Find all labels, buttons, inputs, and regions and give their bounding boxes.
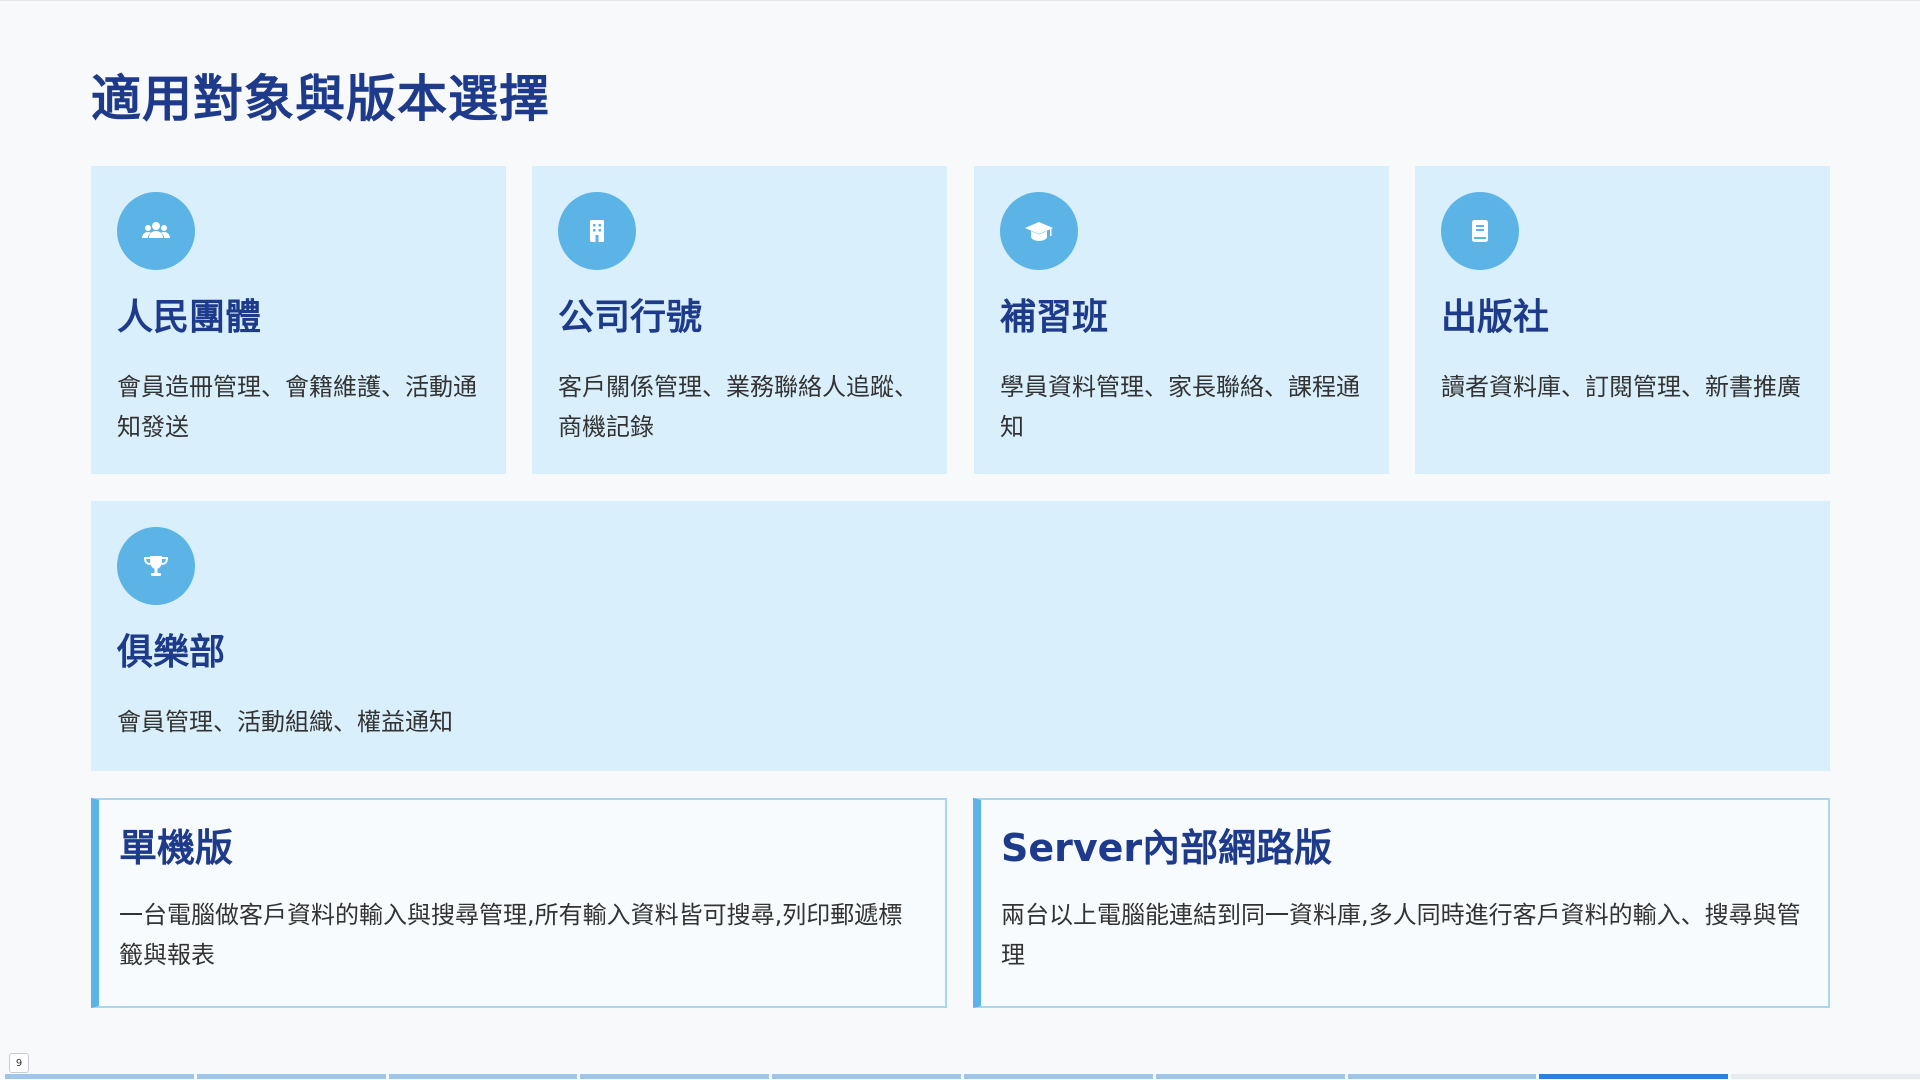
audience-desc: 會員管理、活動組織、權益通知 xyxy=(117,708,453,737)
version-name: 單機版 xyxy=(119,826,234,870)
audience-name: 人民團體 xyxy=(117,297,262,338)
slide-progress-bar[interactable] xyxy=(5,1074,1920,1079)
audience-desc: 學員資料管理、家長聯絡、課程通知 xyxy=(1000,373,1360,442)
page-title: 適用對象與版本選擇 xyxy=(91,70,550,128)
audience-name: 俱樂部 xyxy=(117,632,226,673)
progress-segment[interactable] xyxy=(388,1074,578,1079)
audience-card-club: 俱樂部 會員管理、活動組織、權益通知 xyxy=(91,501,1830,771)
book-icon xyxy=(1441,192,1519,270)
progress-segment-current[interactable] xyxy=(1539,1074,1729,1079)
graduation-cap-icon xyxy=(1000,192,1078,270)
progress-segment[interactable] xyxy=(1731,1074,1920,1079)
progress-segment[interactable] xyxy=(5,1074,194,1079)
audience-name: 出版社 xyxy=(1441,297,1550,338)
page-number: 9 xyxy=(9,1053,29,1073)
audience-card-groups: 人民團體 會員造冊管理、會籍維護、活動通知發送 xyxy=(91,166,506,474)
progress-segment[interactable] xyxy=(1347,1074,1537,1079)
audience-desc: 讀者資料庫、訂閱管理、新書推廣 xyxy=(1441,373,1801,402)
progress-segment[interactable] xyxy=(1155,1074,1345,1079)
audience-card-publisher: 出版社 讀者資料庫、訂閱管理、新書推廣 xyxy=(1415,166,1830,474)
audience-card-cram-school: 補習班 學員資料管理、家長聯絡、課程通知 xyxy=(974,166,1389,474)
audience-card-companies: 公司行號 客戶關係管理、業務聯絡人追蹤、商機記錄 xyxy=(532,166,947,474)
trophy-icon xyxy=(117,527,195,605)
version-card-server: Server內部網路版 兩台以上電腦能連結到同一資料庫,多人同時進行客戶資料的輸… xyxy=(973,798,1830,1008)
building-icon xyxy=(558,192,636,270)
audience-name: 公司行號 xyxy=(558,297,703,338)
audience-desc: 客戶關係管理、業務聯絡人追蹤、商機記錄 xyxy=(558,373,918,442)
progress-segment[interactable] xyxy=(580,1074,770,1079)
progress-segment[interactable] xyxy=(196,1074,386,1079)
version-desc: 兩台以上電腦能連結到同一資料庫,多人同時進行客戶資料的輸入、搜尋與管理 xyxy=(1001,901,1801,970)
progress-segment[interactable] xyxy=(772,1074,961,1079)
users-icon xyxy=(117,192,195,270)
audience-desc: 會員造冊管理、會籍維護、活動通知發送 xyxy=(117,373,477,442)
progress-segment[interactable] xyxy=(963,1074,1153,1079)
version-card-standalone: 單機版 一台電腦做客戶資料的輸入與搜尋管理,所有輸入資料皆可搜尋,列印郵遞標籤與… xyxy=(91,798,947,1008)
audience-name: 補習班 xyxy=(1000,297,1109,338)
version-desc: 一台電腦做客戶資料的輸入與搜尋管理,所有輸入資料皆可搜尋,列印郵遞標籤與報表 xyxy=(119,901,903,970)
version-name: Server內部網路版 xyxy=(1001,826,1333,870)
